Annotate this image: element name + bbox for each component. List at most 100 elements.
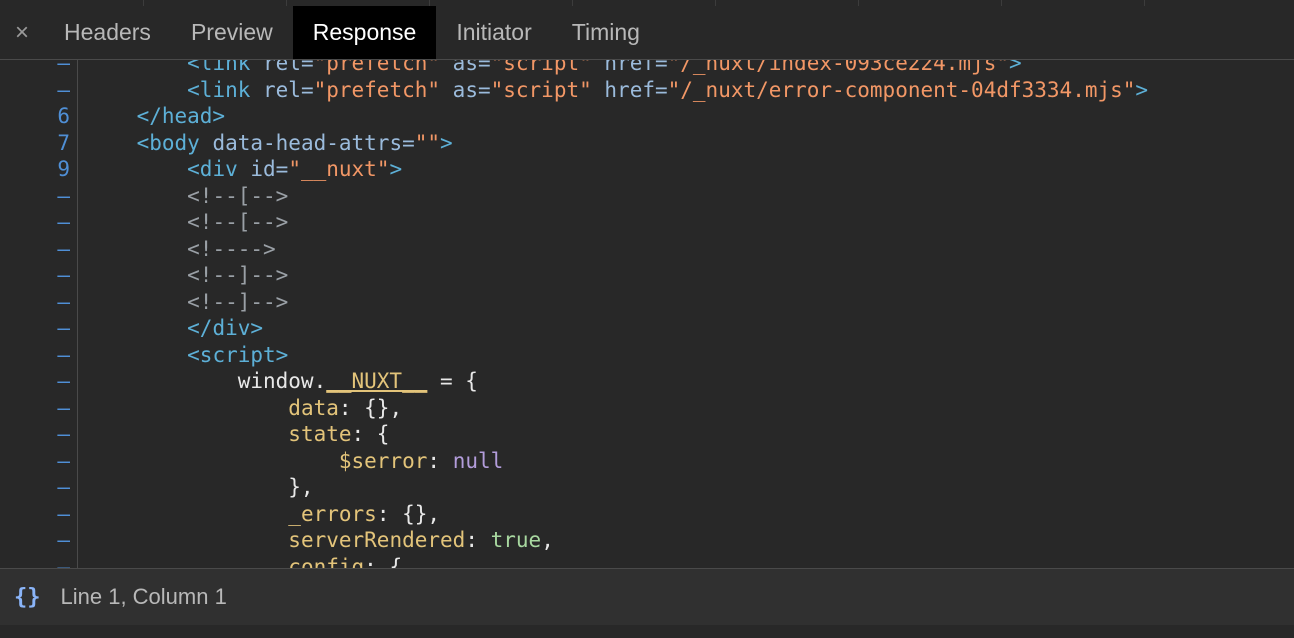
line-number: 6 — [57, 104, 70, 128]
code-token: <!--]--> — [187, 289, 289, 314]
line-number: – — [57, 422, 70, 446]
code-token: : {}, — [376, 501, 441, 526]
code-token: "" — [414, 130, 441, 155]
tab-headers[interactable]: Headers — [44, 6, 171, 59]
code-token: > — [1009, 60, 1022, 75]
code-token: $serror — [338, 448, 428, 473]
code-text: <body data-head-attrs=""> — [86, 130, 453, 157]
code-token: rel= — [263, 60, 314, 75]
line-number: – — [57, 448, 70, 473]
line-number: – — [57, 60, 70, 75]
code-token: "prefetch" — [313, 77, 441, 102]
code-text: <!--[--> — [86, 183, 288, 210]
code-text: <link rel="prefetch" as="script" href="/… — [86, 60, 1022, 77]
code-token: <link — [187, 77, 264, 102]
tab-preview[interactable]: Preview — [171, 6, 293, 59]
line-number: – — [57, 263, 70, 287]
code-token: </div> — [187, 316, 264, 340]
code-text: </div> — [86, 315, 263, 342]
code-text: $serror: null — [86, 448, 503, 475]
tab-response[interactable]: Response — [292, 6, 437, 59]
code-token: data — [288, 395, 339, 420]
code-token: window. — [86, 369, 327, 393]
code-token: __NUXT__ — [326, 369, 428, 393]
code-token: "__nuxt" — [288, 157, 390, 181]
code-token: : { — [364, 554, 403, 569]
code-text: _errors: {}, — [86, 501, 440, 528]
line-number: – — [57, 210, 70, 234]
close-icon[interactable]: × — [0, 6, 44, 59]
code-token: href= — [591, 77, 668, 102]
code-token: _errors — [288, 501, 377, 526]
code-token: serverRendered — [288, 528, 466, 552]
cursor-position: Line 1, Column 1 — [60, 584, 227, 609]
line-number: – — [57, 183, 70, 208]
code-token: href= — [591, 60, 668, 75]
code-token: </head> — [136, 104, 226, 128]
line-number: – — [57, 369, 70, 393]
code-text: config: { — [86, 554, 402, 569]
line-number: – — [57, 475, 70, 499]
line-number: – — [57, 395, 70, 420]
code-text: }, — [86, 474, 314, 501]
code-token: "prefetch" — [313, 60, 441, 75]
code-token: }, — [86, 475, 314, 499]
tab-timing[interactable]: Timing — [552, 6, 660, 59]
code-token: > — [1135, 77, 1149, 102]
code-token: "/_nuxt/index-093ce224.mjs" — [667, 60, 1009, 75]
code-token: <div — [187, 157, 251, 181]
line-number: 7 — [57, 130, 70, 155]
code-token: <body — [136, 130, 213, 155]
code-token: <link — [187, 60, 264, 75]
line-number: – — [57, 316, 70, 340]
bottom-strip — [0, 625, 1294, 638]
code-token: <!--[--> — [187, 210, 289, 234]
code-text: <div id="__nuxt"> — [86, 156, 402, 183]
code-token: null — [452, 448, 504, 473]
code-text: serverRendered: true, — [86, 527, 554, 554]
pretty-print-icon[interactable]: {} — [14, 585, 41, 610]
code-token: <!--[--> — [187, 183, 289, 208]
line-number: – — [57, 554, 70, 569]
code-text: <!----> — [86, 236, 276, 263]
line-number: – — [57, 501, 70, 526]
code-token: : {}, — [338, 395, 403, 420]
code-text: <!--]--> — [86, 289, 288, 316]
code-token: as= — [440, 77, 491, 102]
code-token: id= — [250, 157, 289, 181]
code-token: > — [389, 157, 403, 181]
line-number: – — [57, 528, 70, 552]
code-token: > — [440, 130, 453, 155]
code-token: "/_nuxt/error-component-04df3334.mjs" — [667, 77, 1136, 102]
code-text: <script> — [86, 342, 288, 369]
code-token: : — [427, 448, 453, 473]
devtools-response-panel: × Headers Preview Response Initiator Tim… — [0, 0, 1294, 638]
code-text: <!--]--> — [86, 262, 288, 289]
response-code-editor[interactable]: – <link rel="prefetch" as="script" href=… — [0, 60, 1294, 568]
code-token: as= — [440, 60, 491, 75]
code-text: window.__NUXT__ = { — [86, 368, 478, 395]
line-number: 9 — [57, 157, 70, 181]
status-bar: {} Line 1, Column 1 — [0, 568, 1294, 626]
line-number: – — [57, 342, 70, 367]
code-token: config — [288, 554, 365, 569]
code-text: data: {}, — [86, 395, 402, 422]
tab-initiator[interactable]: Initiator — [436, 6, 551, 59]
